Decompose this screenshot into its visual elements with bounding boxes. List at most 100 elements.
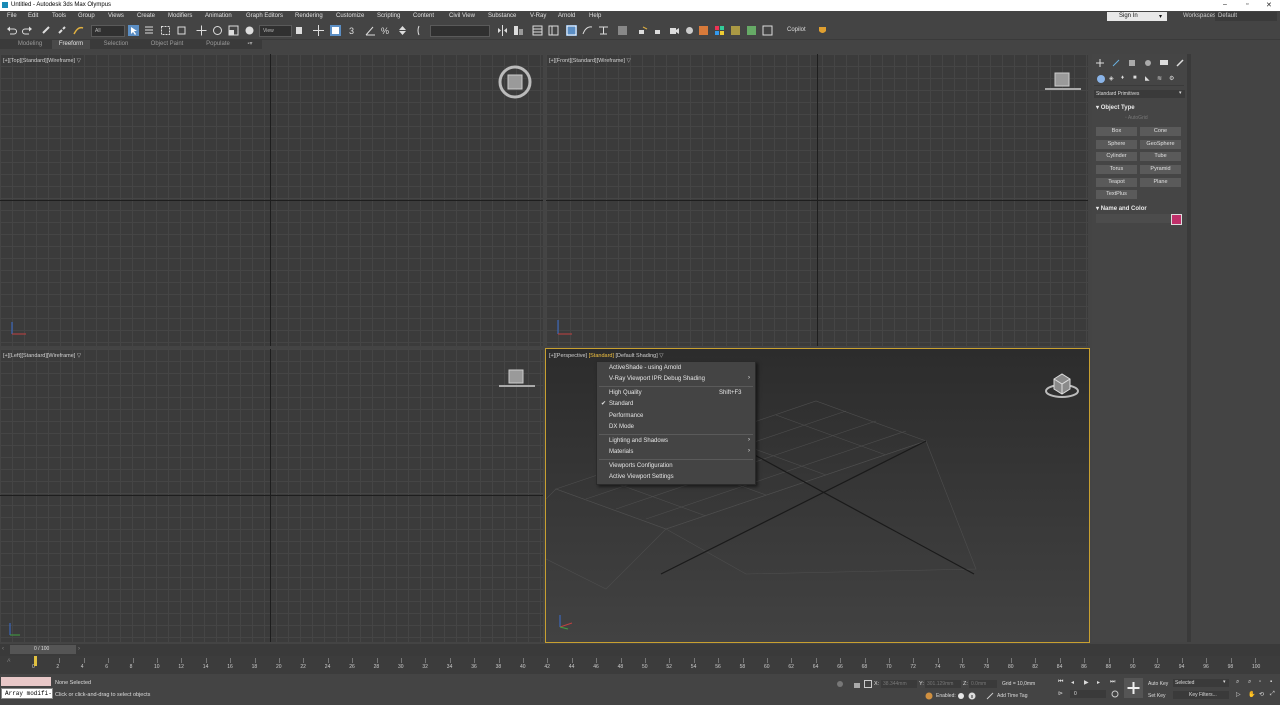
time-slider-thumb[interactable]: 0 / 100 [10, 645, 76, 654]
goto-end-icon[interactable]: ⏭ [1110, 679, 1115, 686]
viewport-pov-label[interactable]: [Left] [9, 353, 21, 359]
space-warps-category-icon[interactable]: ≋ [1157, 75, 1162, 82]
selection-lock-icon[interactable] [853, 680, 861, 690]
viewport-label-perspective[interactable]: [+][Perspective] [Standard] [Default Sha… [549, 353, 664, 359]
menu-graph-editors[interactable]: Graph Editors [246, 13, 283, 19]
key-filters-button[interactable]: Key Filters... [1173, 691, 1229, 699]
helpers-category-icon[interactable]: ◣ [1145, 75, 1150, 82]
link-icon[interactable] [41, 25, 52, 36]
vray-material-icon[interactable] [746, 25, 757, 36]
torus-button[interactable]: Torus [1096, 165, 1137, 174]
viewport-standard-label[interactable]: [Standard] [571, 58, 596, 64]
textplus-button[interactable]: TextPlus [1096, 190, 1137, 199]
viewport-standard-label[interactable]: [Standard] [21, 58, 46, 64]
tube-button[interactable]: Tube [1140, 152, 1181, 161]
viewport-pov-label[interactable]: [Perspective] [555, 353, 587, 359]
set-key-button[interactable] [1124, 678, 1143, 698]
viewport-shading-label[interactable]: [Wireframe] [47, 353, 75, 359]
viewcube-icon[interactable] [497, 64, 533, 102]
time-tag-icon[interactable] [986, 692, 994, 702]
current-frame-field[interactable]: 0 [1070, 690, 1106, 698]
lights-category-icon[interactable]: ♦ [1121, 75, 1124, 81]
box-button[interactable]: Box [1096, 127, 1137, 136]
scale-icon[interactable] [228, 25, 239, 36]
menu-vray[interactable]: V-Ray [530, 13, 546, 19]
toggle-ribbon-icon[interactable] [566, 25, 577, 36]
pan-icon[interactable]: ✋ [1248, 691, 1255, 698]
viewcube-icon[interactable] [1043, 70, 1083, 96]
menu-item-active-viewport-settings[interactable]: Active Viewport Settings [597, 472, 755, 483]
object-name-field[interactable] [1096, 214, 1171, 223]
material-editor-icon[interactable] [617, 25, 628, 36]
render-production-icon[interactable] [669, 25, 680, 36]
snaps-toggle-icon[interactable]: 3 [349, 25, 360, 36]
info-icon[interactable] [968, 692, 976, 702]
filter-icon[interactable]: ▽ [77, 58, 81, 64]
motion-tab-icon[interactable] [1144, 59, 1152, 67]
plane-button[interactable]: Plane [1140, 178, 1181, 187]
menu-item-lighting-shadows[interactable]: Lighting and Shadows › [597, 436, 755, 447]
play-icon[interactable]: ▶ [1084, 679, 1089, 686]
viewport-standard-label[interactable]: [Standard] [22, 353, 47, 359]
spinner-snap-icon[interactable] [397, 25, 408, 36]
primitive-category-dropdown[interactable]: Standard Primitives ▾ [1094, 90, 1185, 98]
z-coord-field[interactable]: 0.0mm [969, 680, 997, 688]
unlink-icon[interactable] [57, 25, 68, 36]
minimize-button[interactable]: – [1223, 1, 1227, 8]
maxscript-listener-pink-field[interactable] [1, 677, 51, 686]
menu-item-performance[interactable]: Performance [597, 411, 755, 422]
rotate-icon[interactable] [212, 25, 223, 36]
tab-selection[interactable]: Selection [96, 40, 136, 49]
tab-modeling[interactable]: Modeling [10, 40, 50, 49]
prev-frame-icon[interactable]: ◂ [1071, 679, 1074, 686]
toggle-scene-explorer-icon[interactable] [532, 25, 543, 36]
viewport-standard-label[interactable]: [Standard] [589, 353, 614, 359]
select-manipulate-icon[interactable] [313, 25, 324, 36]
reference-coordinate-dropdown[interactable]: View [259, 25, 292, 37]
zoom-extents-all-icon[interactable]: ▪ [1270, 679, 1272, 685]
viewcube-icon[interactable] [1043, 367, 1081, 403]
viewport-shading-label[interactable]: [Wireframe] [597, 58, 625, 64]
fov-icon[interactable]: ▷ [1236, 691, 1241, 698]
set-key-label[interactable]: Set Key [1148, 693, 1166, 699]
redo-icon[interactable] [22, 25, 33, 36]
key-filter-dropdown[interactable]: Selected ▾ [1173, 679, 1229, 687]
menu-item-high-quality[interactable]: High Quality Shift+F3 [597, 388, 755, 399]
menu-content[interactable]: Content [413, 13, 434, 19]
menu-edit[interactable]: Edit [28, 13, 38, 19]
teapot-button[interactable]: Teapot [1096, 178, 1137, 187]
zoom-icon[interactable]: ⌕ [1236, 679, 1239, 686]
zoom-all-icon[interactable]: ⌕ [1248, 679, 1251, 686]
move-icon[interactable] [196, 25, 207, 36]
viewport-label-front[interactable]: [+][Front][Standard][Wireframe] ▽ [549, 58, 631, 64]
autogrid-checkbox[interactable]: ▫ AutoGrid [1125, 115, 1148, 121]
time-configuration-icon[interactable] [1111, 690, 1119, 700]
workspace-select[interactable]: Default [1215, 12, 1277, 21]
copilot-icon[interactable] [817, 25, 828, 36]
menu-item-vray-ipr-debug[interactable]: V-Ray Viewport IPR Debug Shading › [597, 374, 755, 385]
viewport-shading-label[interactable]: [Wireframe] [47, 58, 75, 64]
vray-tools-icon[interactable] [762, 25, 773, 36]
ribbon-options-icon[interactable]: ▪▾ [242, 40, 258, 49]
object-color-swatch[interactable] [1171, 214, 1182, 225]
undo-icon[interactable] [6, 25, 17, 36]
x-coord-field[interactable]: 38.344mm [881, 680, 917, 688]
viewcube-icon[interactable] [497, 367, 537, 393]
menu-item-standard[interactable]: ✔ Standard [597, 399, 755, 410]
rendered-frame-window-icon[interactable] [653, 25, 664, 36]
filter-icon[interactable]: ▽ [627, 58, 631, 64]
window-crossing-icon[interactable] [176, 25, 187, 36]
menu-arnold[interactable]: Arnold [558, 13, 575, 19]
align-icon[interactable] [513, 25, 524, 36]
menu-create[interactable]: Create [137, 13, 155, 19]
vray-light-lister-icon[interactable] [730, 25, 741, 36]
tab-populate[interactable]: Populate [198, 40, 238, 49]
mirror-icon[interactable] [497, 25, 508, 36]
place-icon[interactable] [244, 25, 255, 36]
selection-filter-dropdown[interactable]: All [91, 25, 125, 37]
track-bar-current-frame-marker[interactable] [34, 656, 37, 666]
pivot-center-icon[interactable] [295, 25, 306, 36]
vray-lister-icon[interactable] [714, 25, 725, 36]
viewport-shading-label[interactable]: [Default Shading] [616, 353, 658, 359]
add-time-tag-label[interactable]: Add Time Tag [997, 693, 1027, 699]
